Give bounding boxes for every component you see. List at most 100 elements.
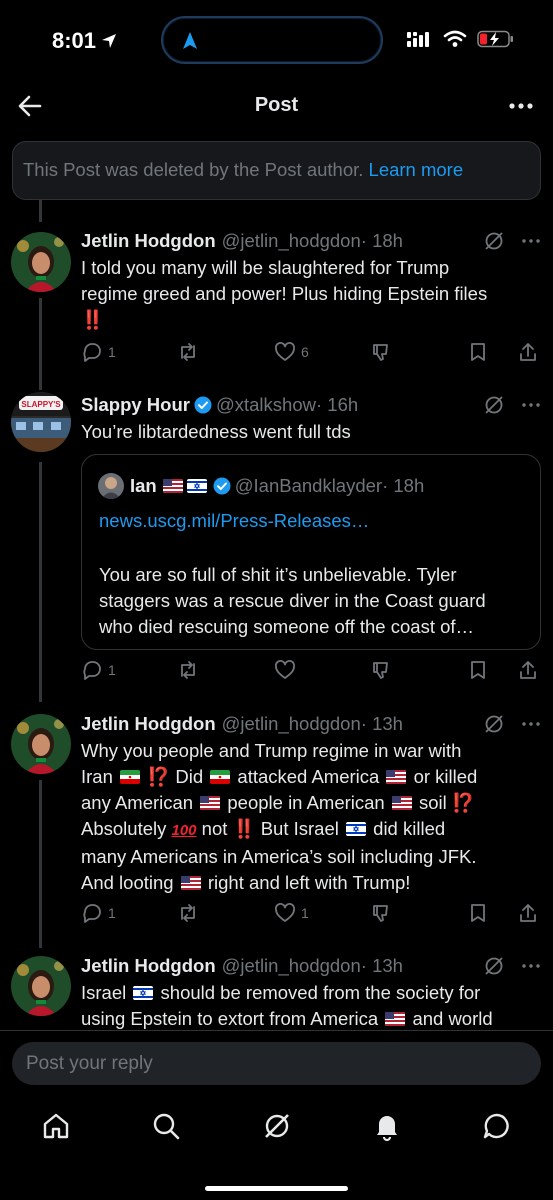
like-button[interactable]: 6 — [274, 341, 309, 363]
learn-more-link[interactable]: Learn more — [369, 159, 464, 180]
tweet-text-line: any American people in American soil ⁉️ — [81, 790, 539, 816]
repost-button[interactable] — [177, 341, 199, 363]
repost-icon — [181, 343, 195, 361]
tweet-text-line: I told you many will be slaughtered for … — [81, 257, 450, 278]
home-icon[interactable] — [40, 1110, 72, 1142]
reply-tweet[interactable]: Jetlin Hodgdon @jetlin_hodgdon · 13h Why… — [0, 711, 553, 926]
username[interactable]: @xtalkshow — [216, 394, 316, 416]
reply-icon — [83, 661, 101, 680]
text-segment: and world — [412, 1008, 493, 1029]
username[interactable]: @jetlin_hodgdon — [222, 713, 361, 735]
reply-input[interactable]: Post your reply — [12, 1042, 541, 1085]
quoted-display-name[interactable]: Ian — [130, 475, 157, 497]
heart-icon — [275, 342, 295, 361]
text-segment: not — [201, 818, 228, 839]
grok-icon[interactable] — [483, 394, 505, 416]
repost-button[interactable] — [177, 659, 199, 681]
more-options-icon[interactable] — [521, 956, 541, 976]
more-options-icon[interactable] — [521, 714, 541, 734]
reply-tweet[interactable]: SLAPPY'S Slappy Hour @xtalkshow · 16h Yo… — [0, 392, 553, 692]
tweet-header: Slappy Hour @xtalkshow · 16h — [81, 392, 541, 418]
quoted-link[interactable]: news.uscg.mil/Press-Releases… — [99, 510, 369, 532]
display-name[interactable]: Jetlin Hodgdon — [81, 955, 216, 977]
battery-icon — [477, 30, 513, 48]
text-segment: any American — [81, 792, 194, 813]
like-button[interactable]: 1 — [274, 902, 309, 924]
navigation-arrow-icon — [183, 32, 197, 49]
double-exclamation-emoji: ‼️ — [81, 309, 105, 330]
username[interactable]: @jetlin_hodgdon — [222, 230, 361, 252]
text-segment: attacked America — [237, 766, 380, 787]
action-bar: 1 — [81, 658, 541, 682]
avatar[interactable]: SLAPPY'S — [11, 392, 71, 452]
username[interactable]: @jetlin_hodgdon — [222, 955, 361, 977]
us-flag-icon — [391, 796, 412, 810]
avatar[interactable] — [11, 232, 71, 292]
location-arrow-icon — [102, 34, 117, 48]
home-indicator — [205, 1186, 348, 1191]
like-button[interactable] — [274, 659, 296, 681]
messages-icon[interactable] — [481, 1110, 513, 1142]
us-flag-icon — [200, 796, 221, 810]
avatar[interactable] — [11, 956, 71, 1016]
avatar-image — [98, 473, 124, 499]
tweet-header: Jetlin Hodgdon @jetlin_hodgdon · 13h — [81, 711, 541, 737]
bookmark-button[interactable] — [467, 902, 489, 924]
share-button[interactable] — [517, 902, 539, 924]
text-segment: did killed — [373, 818, 446, 839]
reply-button[interactable]: 1 — [81, 902, 116, 924]
dislike-button[interactable] — [371, 341, 393, 363]
more-options-icon[interactable] — [507, 92, 535, 120]
heart-icon — [275, 660, 295, 679]
bookmark-icon — [471, 661, 485, 679]
bookmark-icon — [471, 904, 485, 922]
israel-flag-icon — [346, 822, 367, 836]
quoted-text-line: who died rescuing someone off the coast … — [99, 616, 475, 637]
dynamic-island[interactable] — [161, 16, 383, 64]
quoted-tweet-header: Ian @IanBandklayder · 18h — [98, 473, 424, 499]
repost-button[interactable] — [177, 902, 199, 924]
grok-icon[interactable] — [483, 955, 505, 977]
deleted-notice-text: This Post was deleted by the Post author… — [23, 159, 364, 180]
quoted-username[interactable]: @IanBandklayder — [235, 475, 382, 497]
reply-count: 1 — [108, 905, 116, 921]
dislike-button[interactable] — [371, 902, 393, 924]
avatar[interactable] — [11, 714, 71, 774]
grok-icon[interactable] — [483, 230, 505, 252]
double-exclamation-emoji: ‼️ — [232, 818, 256, 839]
reply-button[interactable]: 1 — [81, 341, 116, 363]
text-segment: or killed — [413, 766, 478, 787]
israel-flag-icon — [133, 986, 154, 1000]
grok-icon[interactable] — [483, 713, 505, 735]
text-segment: should be removed from the society for — [160, 982, 481, 1003]
reply-tweet[interactable]: Jetlin Hodgdon @jetlin_hodgdon · 18h I t… — [0, 228, 553, 368]
tweet-header: Jetlin Hodgdon @jetlin_hodgdon · 18h — [81, 228, 541, 254]
reply-count: 1 — [108, 344, 116, 360]
quoted-tweet[interactable]: Ian @IanBandklayder · 18h news.uscg.mil/… — [81, 454, 541, 650]
search-icon[interactable] — [150, 1110, 182, 1142]
reply-button[interactable]: 1 — [81, 659, 116, 681]
dislike-button[interactable] — [371, 659, 393, 681]
quoted-timestamp: · 18h — [382, 475, 425, 496]
status-time: 8:01 — [52, 28, 118, 54]
more-options-icon[interactable] — [521, 231, 541, 251]
text-segment: But Israel — [260, 818, 339, 839]
bookmark-button[interactable] — [467, 341, 489, 363]
bookmark-button[interactable] — [467, 659, 489, 681]
share-button[interactable] — [517, 341, 539, 363]
display-name[interactable]: Jetlin Hodgdon — [81, 713, 216, 735]
display-name[interactable]: Slappy Hour — [81, 394, 190, 416]
text-segment: right and left with Trump! — [207, 872, 411, 893]
verified-badge-icon — [213, 477, 231, 495]
heart-icon — [275, 903, 295, 922]
more-options-icon[interactable] — [521, 395, 541, 415]
bottom-tab-bar — [0, 1100, 553, 1200]
display-name[interactable]: Jetlin Hodgdon — [81, 230, 216, 252]
reply-tweet[interactable]: Jetlin Hodgdon @jetlin_hodgdon · 13h Isr… — [0, 953, 553, 1030]
notifications-icon[interactable] — [371, 1110, 403, 1142]
verified-badge-icon — [194, 396, 212, 414]
quoted-avatar[interactable] — [98, 473, 124, 499]
timestamp: · 13h — [360, 955, 403, 976]
grok-icon[interactable] — [261, 1110, 293, 1142]
share-button[interactable] — [517, 659, 539, 681]
